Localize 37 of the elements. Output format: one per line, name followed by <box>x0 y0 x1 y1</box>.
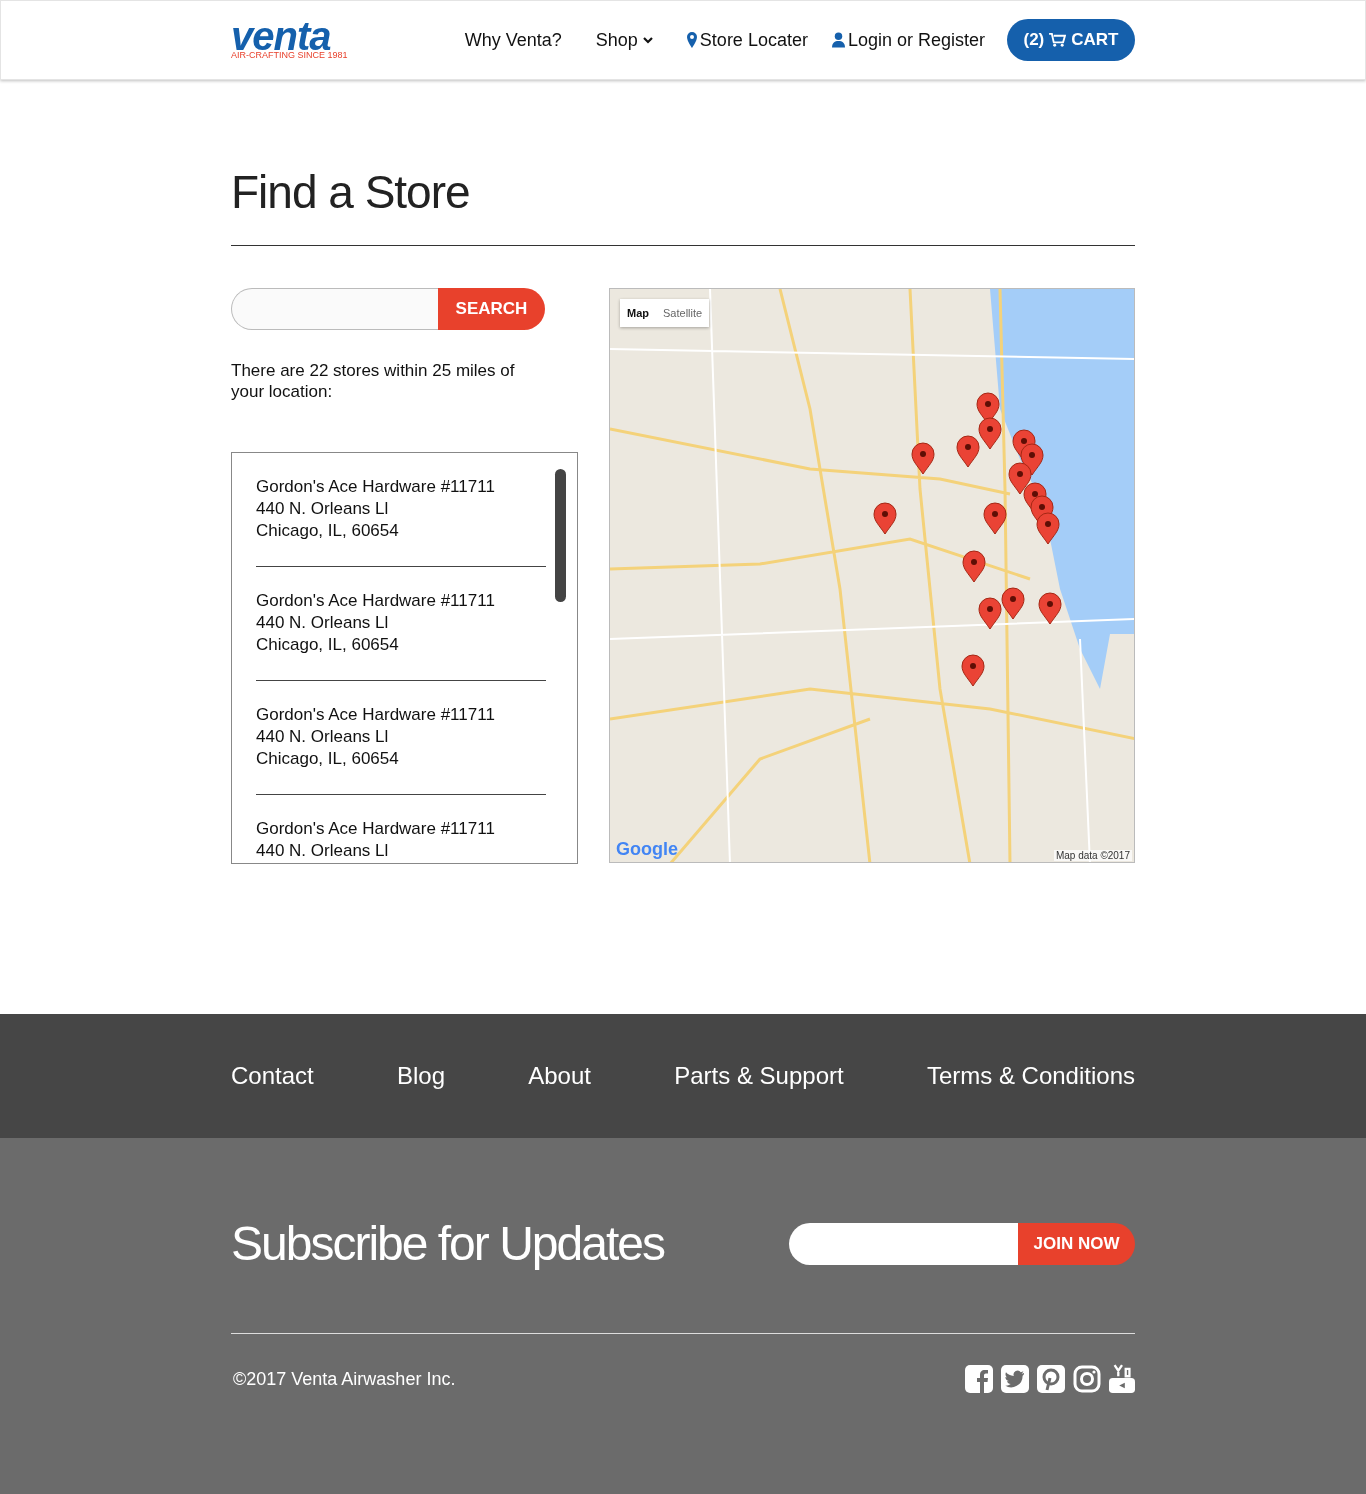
map-pin-icon <box>686 32 697 48</box>
footer-link[interactable]: Parts & Support <box>674 1062 844 1090</box>
page-title: Find a Store <box>231 166 471 218</box>
nav-link[interactable]: Store Locater <box>686 29 808 51</box>
scrollbar[interactable] <box>555 469 566 602</box>
twitter-icon[interactable] <box>1001 1365 1029 1393</box>
map-drawing[interactable] <box>610 289 1134 862</box>
search-field[interactable] <box>231 288 438 330</box>
email-field[interactable] <box>789 1222 1018 1265</box>
store-item[interactable]: Gordon's Ace Hardware #11711 440 N. Orleans Ll Chicago, IL, 60654 <box>256 681 546 795</box>
result-text: There are 22 stores within 25 miles of your location: <box>231 360 516 402</box>
nav-link[interactable]: Login or Register <box>831 29 985 51</box>
store-item[interactable]: Gordon's Ace Hardware #11711 440 N. Orleans Ll Chicago, IL, 60654 <box>256 453 546 567</box>
cart-button[interactable]: (2) CART <box>1007 19 1135 61</box>
store-item[interactable]: Gordon's Ace Hardware #11711 440 N. Orleans Ll <box>256 795 546 863</box>
map-attribution: Map data ©2017 <box>1053 850 1132 861</box>
footer-link[interactable]: About <box>528 1062 591 1090</box>
store-item[interactable]: Gordon's Ace Hardware #11711 440 N. Orleans Ll Chicago, IL, 60654 <box>256 567 546 681</box>
instagram-icon[interactable] <box>1073 1365 1101 1393</box>
map-type-tab[interactable]: Satellite <box>656 299 710 327</box>
cart-icon <box>1049 33 1067 47</box>
join-now-button[interactable]: JOIN NOW <box>1018 1222 1135 1265</box>
copyright-text: ©2017 Venta Airwasher Inc. <box>233 1368 456 1390</box>
pinterest-icon[interactable] <box>1037 1365 1065 1393</box>
map-type-tab[interactable]: Map <box>620 299 656 327</box>
subscribe-title: Subscribe for Updates <box>231 1216 664 1271</box>
footer-link[interactable]: Terms & Conditions <box>926 1062 1135 1090</box>
nav-link[interactable]: Shop <box>595 29 653 51</box>
youtube-icon[interactable] <box>1109 1364 1135 1394</box>
map-brand-text: Google <box>616 839 678 860</box>
chevron-down-icon <box>642 36 653 44</box>
nav-link[interactable]: Why Venta? <box>464 29 562 51</box>
footer-link[interactable]: Contact <box>231 1062 314 1090</box>
search-button[interactable]: SEARCH <box>438 288 545 330</box>
footer-link[interactable]: Blog <box>396 1062 445 1090</box>
user-icon <box>831 32 845 48</box>
facebook-icon[interactable] <box>965 1365 993 1393</box>
